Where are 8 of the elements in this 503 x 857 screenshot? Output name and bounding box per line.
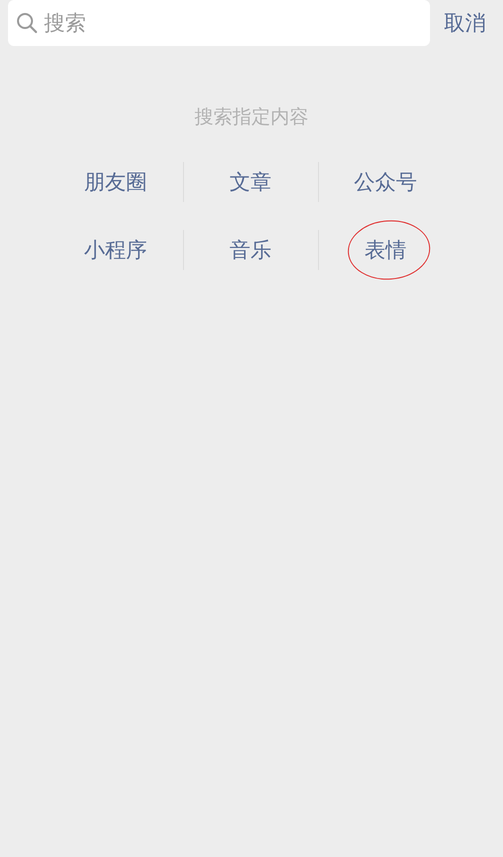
category-link[interactable]: 音乐 [230,236,272,264]
section-title: 搜索指定内容 [194,105,308,130]
category-link[interactable]: 文章 [230,168,272,196]
category-link[interactable]: 公众号 [354,168,417,196]
search-field[interactable]: 搜索 [8,0,430,46]
category-link[interactable]: 小程序 [84,236,147,264]
category-link[interactable]: 朋友圈 [84,168,147,196]
cancel-button[interactable]: 取消 [444,9,486,37]
